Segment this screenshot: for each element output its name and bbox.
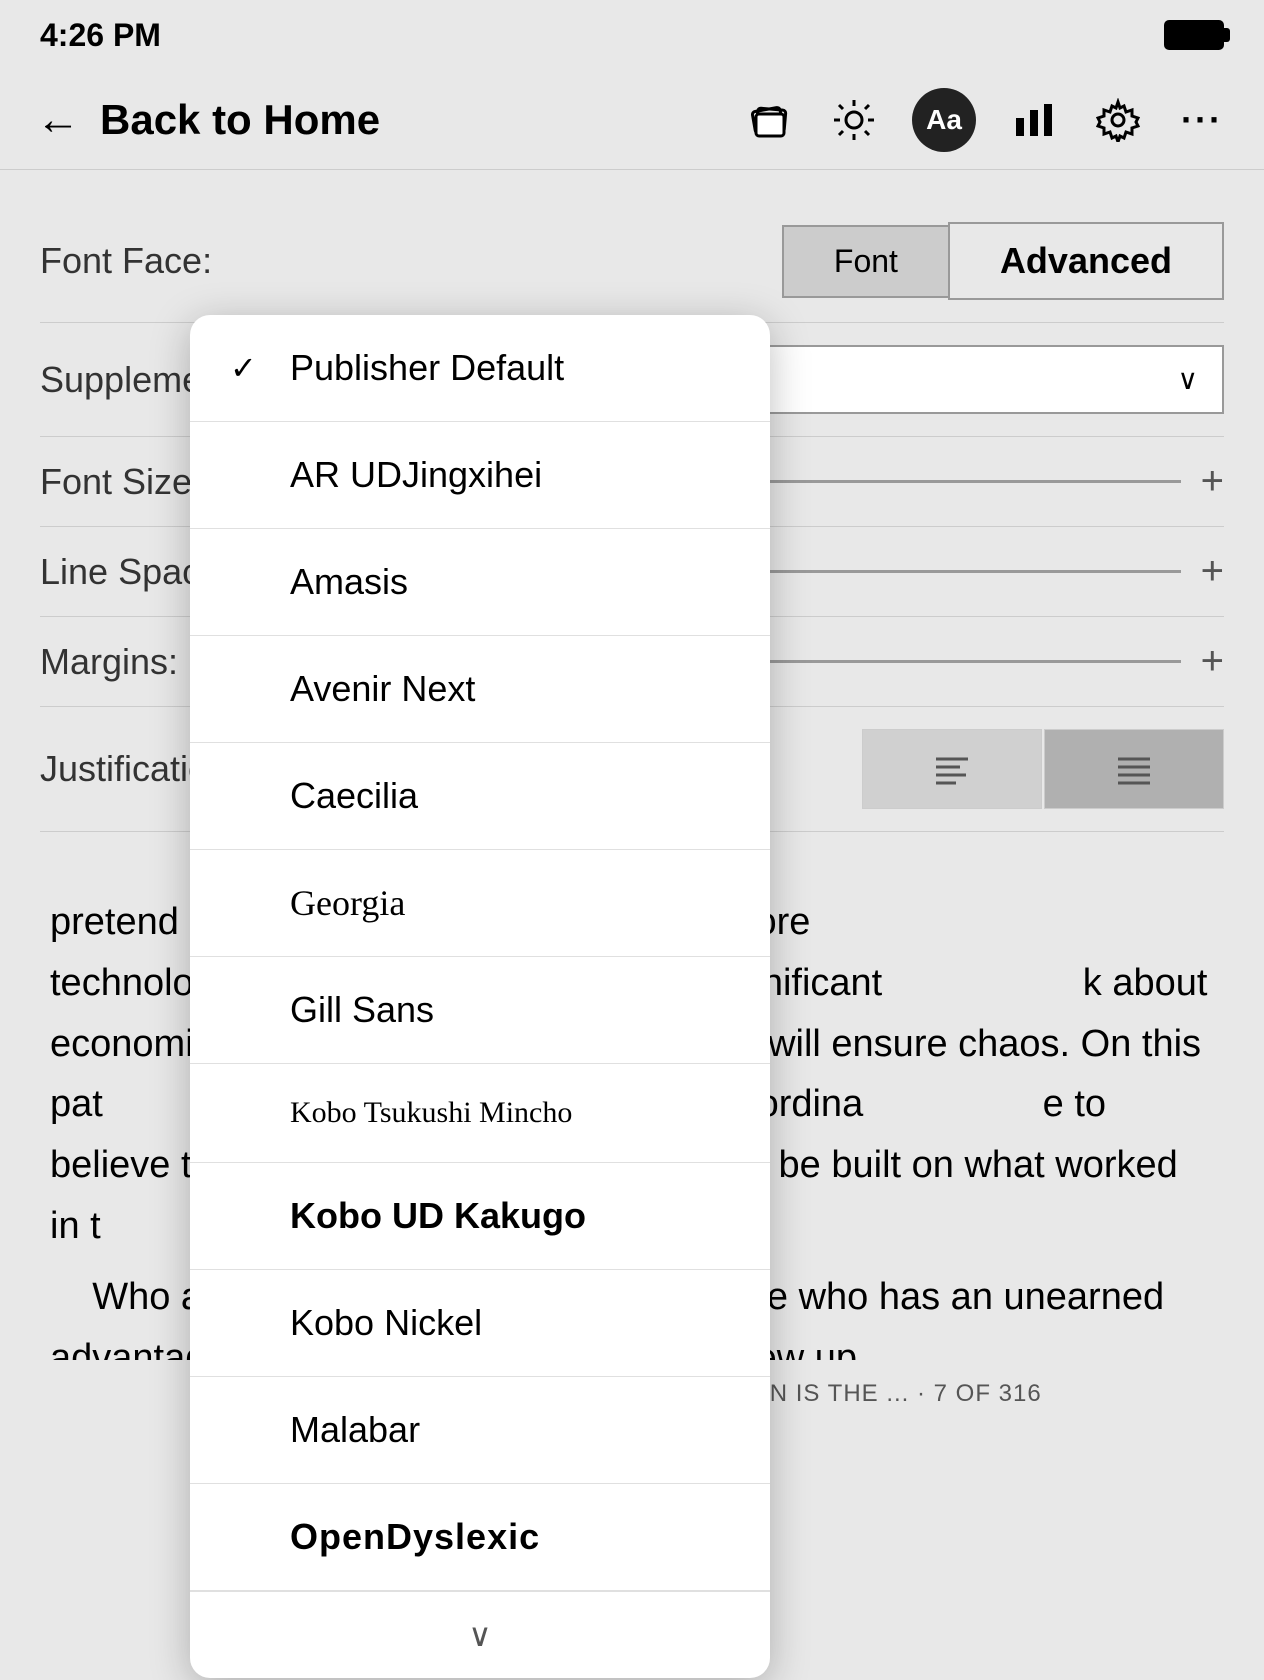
font-item-label: OpenDyslexic bbox=[290, 1516, 540, 1558]
dropdown-footer: ∨ bbox=[190, 1591, 770, 1678]
font-item-label: Georgia bbox=[290, 882, 405, 924]
chevron-down-icon: ∨ bbox=[1178, 363, 1199, 396]
font-opendyslexic[interactable]: OpenDyslexic bbox=[190, 1484, 770, 1591]
justify-left-btn[interactable] bbox=[862, 729, 1042, 809]
font-size-label: Font Size: bbox=[40, 461, 202, 503]
margins-plus[interactable]: + bbox=[1201, 639, 1224, 684]
nav-title[interactable]: Back to Home bbox=[100, 96, 380, 144]
status-bar: 4:26 PM bbox=[0, 0, 1264, 70]
font-ar-udjingxihei[interactable]: AR UDJingxihei bbox=[190, 422, 770, 529]
font-item-label: AR UDJingxihei bbox=[290, 454, 542, 496]
font-item-label: Publisher Default bbox=[290, 347, 564, 389]
font-face-label: Font Face: bbox=[40, 240, 212, 282]
justification-options bbox=[862, 729, 1224, 809]
main-content: Font Face: Font Advanced Supplementa ∨ F… bbox=[0, 170, 1264, 1428]
back-arrow-icon[interactable]: ← bbox=[36, 95, 80, 145]
font-item-label: Avenir Next bbox=[290, 668, 475, 710]
font-face-row: Font Face: Font Advanced bbox=[40, 200, 1224, 323]
advanced-label: Advanced bbox=[1000, 240, 1172, 281]
nav-right: Aa ··· bbox=[744, 88, 1228, 152]
battery-icon bbox=[1164, 20, 1224, 50]
chart-icon[interactable] bbox=[1008, 94, 1060, 146]
font-item-label: Caecilia bbox=[290, 775, 418, 817]
advanced-tab[interactable]: Advanced bbox=[948, 222, 1224, 300]
font-avenir-next[interactable]: Avenir Next bbox=[190, 636, 770, 743]
font-item-label: Malabar bbox=[290, 1409, 420, 1451]
aa-label: Aa bbox=[926, 104, 962, 136]
status-right bbox=[1164, 20, 1224, 50]
font-malabar[interactable]: Malabar bbox=[190, 1377, 770, 1484]
font-item-label: Amasis bbox=[290, 561, 408, 603]
status-time: 4:26 PM bbox=[40, 17, 161, 54]
margins-label: Margins: bbox=[40, 641, 178, 683]
font-publisher-default[interactable]: ✓ Publisher Default bbox=[190, 315, 770, 422]
more-icon[interactable]: ··· bbox=[1176, 94, 1228, 146]
font-gill-sans[interactable]: Gill Sans bbox=[190, 957, 770, 1064]
font-caecilia[interactable]: Caecilia bbox=[190, 743, 770, 850]
font-kobo-tsukushi-mincho[interactable]: Kobo Tsukushi Mincho bbox=[190, 1064, 770, 1163]
line-spacing-plus[interactable]: + bbox=[1201, 549, 1224, 594]
font-item-label: Kobo Tsukushi Mincho bbox=[290, 1096, 572, 1130]
font-georgia[interactable]: Georgia bbox=[190, 850, 770, 957]
font-item-label: Gill Sans bbox=[290, 989, 434, 1031]
font-size-plus[interactable]: + bbox=[1201, 459, 1224, 504]
supplemental-dropdown[interactable]: ∨ bbox=[724, 345, 1224, 414]
justify-full-btn[interactable] bbox=[1044, 729, 1224, 809]
show-more-icon[interactable]: ∨ bbox=[468, 1616, 491, 1654]
font-kobo-ud-kakugo[interactable]: Kobo UD Kakugo bbox=[190, 1163, 770, 1270]
font-tab[interactable]: Font bbox=[782, 225, 948, 298]
cards-icon[interactable] bbox=[744, 94, 796, 146]
brightness-icon[interactable] bbox=[828, 94, 880, 146]
font-settings-icon[interactable]: Aa bbox=[912, 88, 976, 152]
gear-icon[interactable] bbox=[1092, 94, 1144, 146]
font-face-dropdown: ✓ Publisher Default AR UDJingxihei Amasi… bbox=[190, 315, 770, 1678]
font-amasis[interactable]: Amasis bbox=[190, 529, 770, 636]
check-icon: ✓ bbox=[230, 349, 270, 387]
nav-left: ← Back to Home bbox=[36, 95, 380, 145]
font-item-label: Kobo Nickel bbox=[290, 1302, 482, 1344]
nav-bar: ← Back to Home Aa bbox=[0, 70, 1264, 170]
font-kobo-nickel[interactable]: Kobo Nickel bbox=[190, 1270, 770, 1377]
font-item-label: Kobo UD Kakugo bbox=[290, 1195, 586, 1237]
